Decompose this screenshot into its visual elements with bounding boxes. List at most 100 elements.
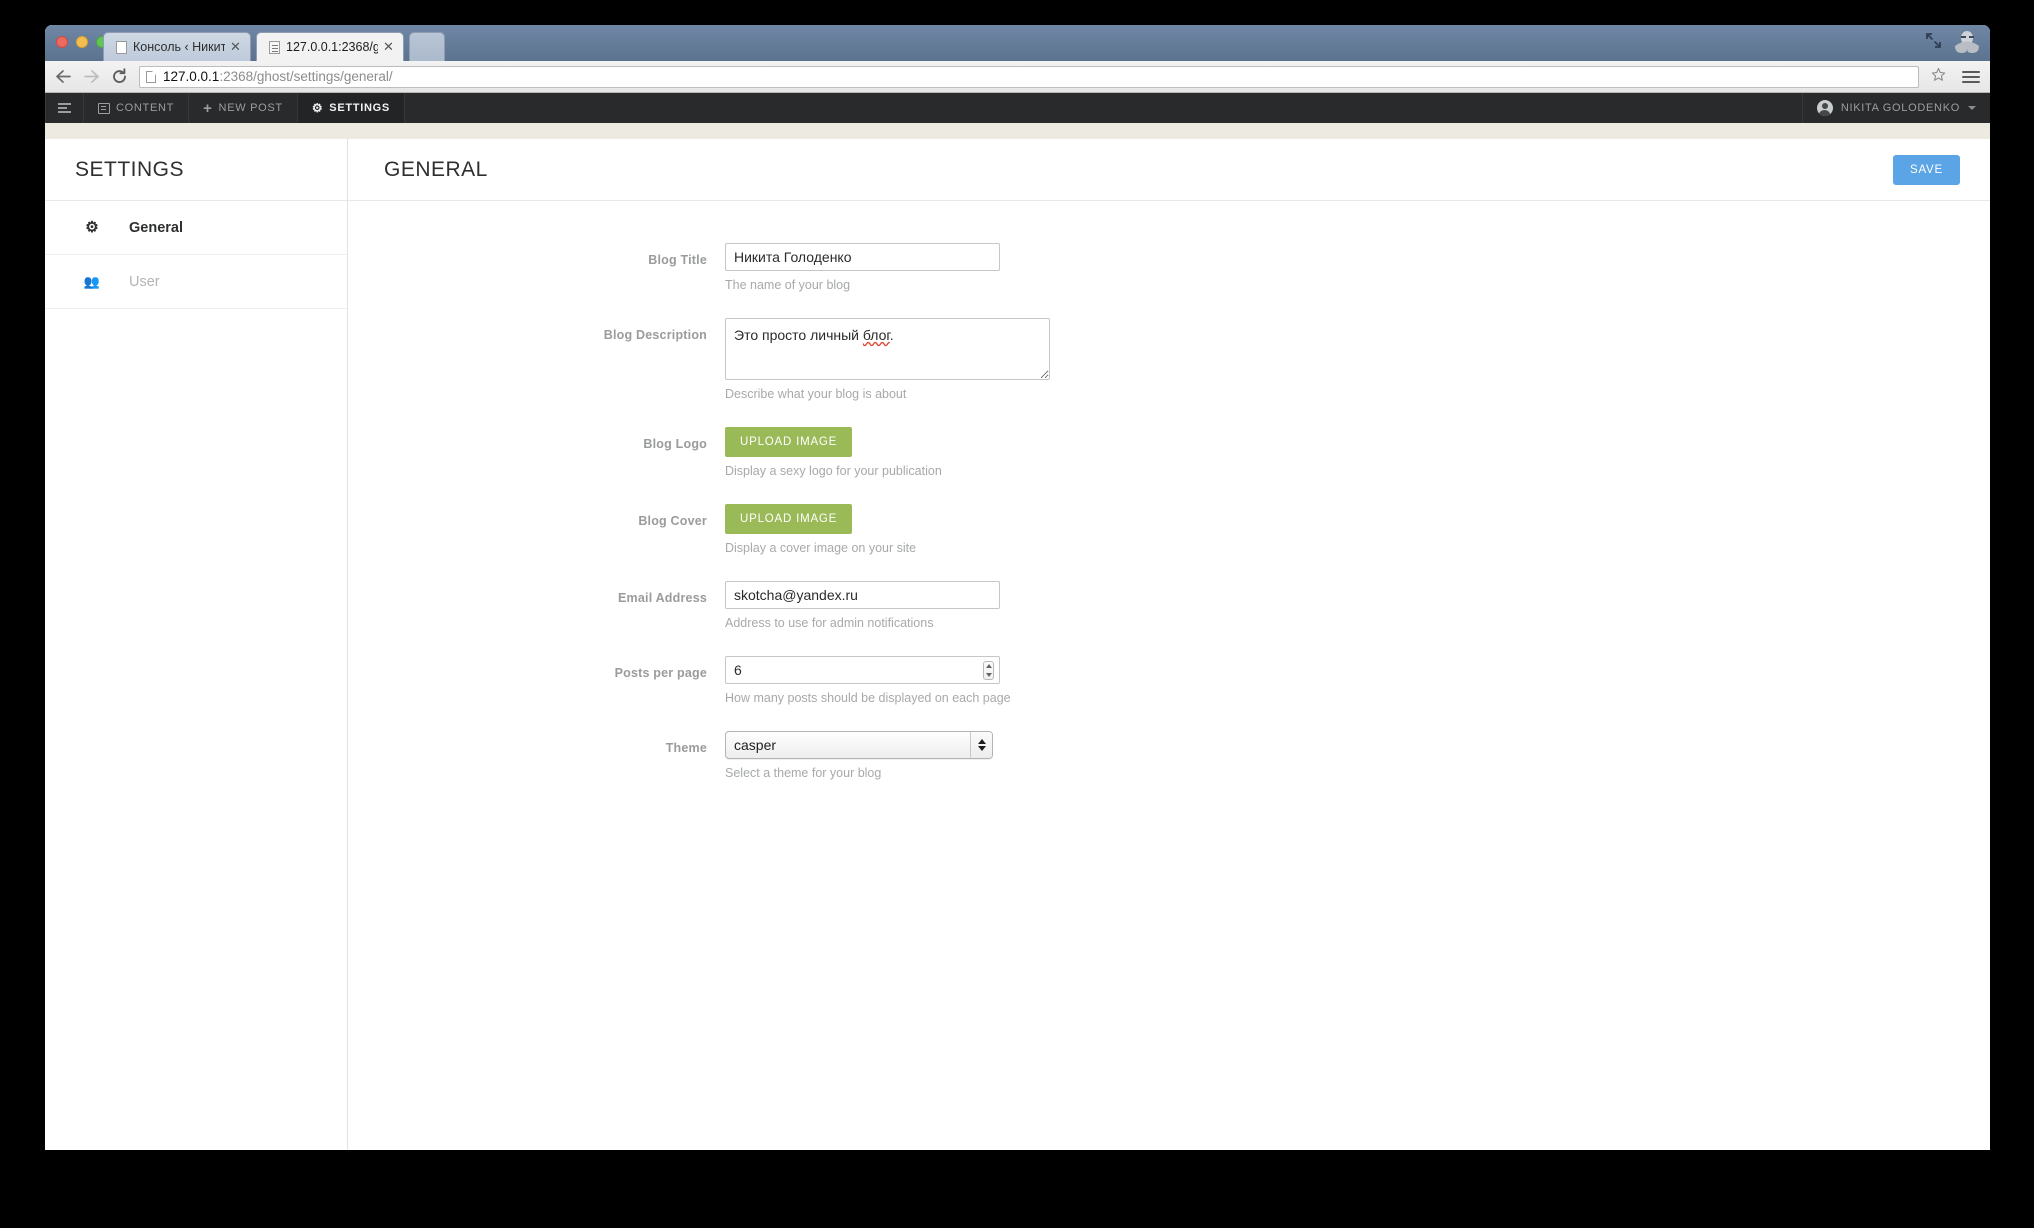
field-blog-title-control: The name of your blog bbox=[725, 243, 1990, 312]
blog-title-input[interactable] bbox=[725, 243, 1000, 271]
theme-select-value: casper bbox=[734, 737, 777, 753]
field-blog-cover: Blog Cover UPLOAD IMAGE Display a cover … bbox=[348, 504, 1990, 575]
gear-icon: ⚙ bbox=[311, 101, 324, 115]
field-blog-logo-help: Display a sexy logo for your publication bbox=[725, 464, 942, 478]
email-address-input[interactable] bbox=[725, 581, 1000, 609]
posts-per-page-wrapper bbox=[725, 656, 1000, 684]
select-up-icon bbox=[977, 739, 986, 744]
field-blog-cover-label: Blog Cover bbox=[638, 514, 707, 528]
field-theme-label: Theme bbox=[665, 741, 707, 755]
field-email-address-help: Address to use for admin notifications bbox=[725, 616, 934, 630]
url-host: 127.0.0.1 bbox=[163, 69, 220, 84]
select-down-icon bbox=[977, 746, 986, 751]
browser-tab-2-title: 127.0.0.1:2368/ghost/set bbox=[286, 40, 378, 54]
field-theme: Theme casper Select a theme for your blo… bbox=[348, 731, 1990, 800]
browser-toolbar: 127.0.0.1 :2368/ghost/settings/general/ bbox=[45, 61, 1990, 93]
page-document-icon bbox=[146, 70, 156, 83]
sidebar-item-user-label: User bbox=[129, 273, 160, 290]
forward-arrow-icon[interactable] bbox=[81, 66, 101, 88]
screen-background: Консоль ‹ Никита Голоден ✕ 127.0.0.1:236… bbox=[0, 0, 2034, 1228]
field-blog-title: Blog Title The name of your blog bbox=[348, 243, 1990, 312]
description-misspelled-word: блог bbox=[862, 327, 890, 343]
user-menu-label: NIKITA GOLODENKO bbox=[1840, 102, 1960, 114]
general-settings-form: Blog Title The name of your blog Blog De… bbox=[348, 201, 1990, 800]
main-title: GENERAL bbox=[384, 157, 488, 181]
browser-tab-strip: Консоль ‹ Никита Голоден ✕ 127.0.0.1:236… bbox=[45, 25, 1990, 61]
posts-per-page-input[interactable] bbox=[725, 656, 1000, 684]
sidebar-item-general-label: General bbox=[129, 219, 183, 236]
nav-item-content[interactable]: CONTENT bbox=[84, 93, 190, 123]
close-tab-2-icon[interactable]: ✕ bbox=[382, 40, 395, 54]
save-button[interactable]: SAVE bbox=[1892, 154, 1960, 185]
field-blog-cover-control: UPLOAD IMAGE Display a cover image on yo… bbox=[725, 504, 1990, 575]
nav-item-settings-label: SETTINGS bbox=[329, 102, 390, 114]
quantity-stepper[interactable] bbox=[983, 661, 994, 680]
stepper-down-icon[interactable] bbox=[985, 672, 992, 677]
window-controls bbox=[1925, 29, 1982, 55]
page-top-strip bbox=[45, 123, 1990, 139]
stepper-up-icon[interactable] bbox=[985, 664, 992, 669]
navbar-spacer bbox=[405, 93, 1802, 123]
ghost-menu-toggle[interactable] bbox=[45, 93, 84, 123]
field-email-address-control: Address to use for admin notifications bbox=[725, 581, 1990, 650]
ghost-admin-app: CONTENT + NEW POST ⚙ SETTINGS NIKITA GOL… bbox=[45, 93, 1990, 1150]
nav-item-settings[interactable]: ⚙ SETTINGS bbox=[297, 93, 405, 123]
field-blog-logo-control: UPLOAD IMAGE Display a sexy logo for you… bbox=[725, 427, 1990, 498]
description-text-suffix: . bbox=[889, 327, 894, 343]
reload-icon[interactable] bbox=[109, 66, 129, 88]
nav-item-new-post-label: NEW POST bbox=[218, 102, 283, 114]
field-blog-cover-help: Display a cover image on your site bbox=[725, 541, 917, 555]
settings-layout: SETTINGS ⚙ General 👥 User GENERAL SAVE B… bbox=[45, 139, 1990, 1150]
page-favicon-icon bbox=[116, 40, 127, 54]
back-arrow-icon[interactable] bbox=[53, 66, 73, 88]
field-posts-per-page-label: Posts per page bbox=[614, 666, 707, 680]
browser-window: Консоль ‹ Никита Голоден ✕ 127.0.0.1:236… bbox=[45, 25, 1990, 1150]
field-blog-description-help: Describe what your blog is about bbox=[725, 387, 907, 401]
field-theme-control: casper Select a theme for your blog bbox=[725, 731, 1990, 800]
hamburger-icon bbox=[58, 103, 71, 113]
nav-item-new-post[interactable]: + NEW POST bbox=[189, 93, 298, 123]
theme-select[interactable]: casper bbox=[725, 731, 993, 759]
field-blog-logo: Blog Logo UPLOAD IMAGE Display a sexy lo… bbox=[348, 427, 1990, 498]
select-arrows-icon[interactable] bbox=[970, 732, 992, 758]
field-email-address-label: Email Address bbox=[618, 591, 707, 605]
minimize-window-button[interactable] bbox=[76, 36, 88, 48]
bookmark-star-icon[interactable] bbox=[1931, 67, 1946, 87]
avatar bbox=[1816, 100, 1833, 116]
field-theme-help: Select a theme for your blog bbox=[725, 766, 882, 780]
sidebar-item-general[interactable]: ⚙ General bbox=[45, 201, 347, 255]
address-bar[interactable]: 127.0.0.1 :2368/ghost/settings/general/ bbox=[139, 65, 1919, 88]
lines-favicon-icon bbox=[269, 40, 280, 54]
window-traffic-lights bbox=[56, 36, 108, 48]
field-posts-per-page-control: How many posts should be displayed on ea… bbox=[725, 656, 1990, 725]
blog-logo-upload-button[interactable]: UPLOAD IMAGE bbox=[725, 427, 853, 457]
new-tab-button[interactable] bbox=[409, 32, 445, 61]
close-tab-1-icon[interactable]: ✕ bbox=[229, 40, 242, 54]
settings-main-header: GENERAL SAVE bbox=[348, 139, 1990, 201]
content-icon bbox=[98, 102, 110, 114]
settings-main-panel: GENERAL SAVE Blog Title The name of your… bbox=[348, 139, 1990, 1150]
settings-sidebar-header: SETTINGS bbox=[45, 139, 347, 201]
people-icon: 👥 bbox=[83, 274, 101, 289]
ghost-navbar: CONTENT + NEW POST ⚙ SETTINGS NIKITA GOL… bbox=[45, 93, 1990, 123]
blog-cover-upload-button[interactable]: UPLOAD IMAGE bbox=[725, 504, 853, 534]
field-email-address: Email Address Address to use for admin n… bbox=[348, 581, 1990, 650]
field-blog-description-label: Blog Description bbox=[603, 328, 707, 342]
browser-menu-icon[interactable] bbox=[1962, 70, 1980, 83]
browser-tab-2[interactable]: 127.0.0.1:2368/ghost/set ✕ bbox=[256, 32, 404, 61]
close-window-button[interactable] bbox=[56, 36, 68, 48]
field-blog-logo-label: Blog Logo bbox=[643, 437, 707, 451]
chevron-down-icon bbox=[1968, 106, 1976, 110]
theme-select-wrapper: casper bbox=[725, 731, 993, 759]
page-title: SETTINGS bbox=[75, 157, 185, 181]
plus-icon: + bbox=[203, 99, 213, 117]
browser-tab-1-title: Консоль ‹ Никита Голоден bbox=[133, 40, 225, 54]
user-menu[interactable]: NIKITA GOLODENKO bbox=[1801, 93, 1990, 123]
description-text-prefix: Это просто личный bbox=[734, 327, 863, 343]
field-blog-description-control: Это просто личный блог. Describe what yo… bbox=[725, 318, 1990, 421]
browser-tab-1[interactable]: Консоль ‹ Никита Голоден ✕ bbox=[103, 32, 251, 61]
field-blog-title-help: The name of your blog bbox=[725, 278, 851, 292]
fullscreen-icon[interactable] bbox=[1925, 32, 1942, 52]
sidebar-item-user[interactable]: 👥 User bbox=[45, 255, 347, 309]
blog-description-textarea[interactable]: Это просто личный блог. bbox=[725, 318, 1050, 380]
